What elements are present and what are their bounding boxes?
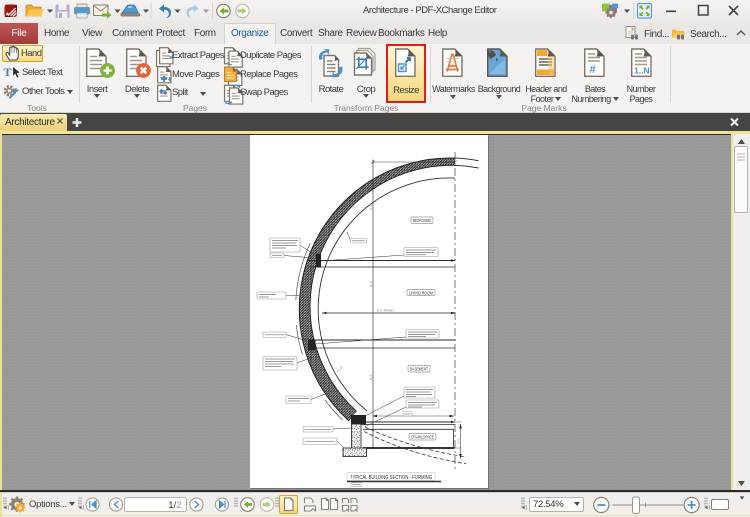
- svg-text:LIVING ROOM: LIVING ROOM: [409, 290, 433, 295]
- svg-text:CRAWLSPACE: CRAWLSPACE: [411, 435, 434, 440]
- svg-text:#: #: [590, 64, 596, 76]
- svg-text:4'-0": 4'-0": [456, 438, 460, 444]
- svg-text:8'-6": 8'-6": [369, 374, 373, 380]
- svg-text:Search...: Search...: [690, 29, 726, 40]
- svg-text:9'-1": 9'-1": [369, 204, 373, 210]
- svg-text:BEDROOMS: BEDROOMS: [413, 218, 431, 223]
- svg-text:9'-1": 9'-1": [369, 281, 373, 287]
- svg-text:Find...: Find...: [644, 29, 669, 40]
- svg-text:1..N: 1..N: [634, 66, 650, 76]
- svg-text:TYPICAL BUILDING SECTION - FOR: TYPICAL BUILDING SECTION - FORMING: [350, 475, 432, 481]
- svg-text:21'-0": 21'-0": [336, 365, 344, 373]
- svg-text:8'-0" FINISH: 8'-0" FINISH: [377, 309, 394, 313]
- svg-text:1/2: 1/2: [168, 500, 181, 511]
- svg-text:T: T: [4, 65, 12, 79]
- svg-text:BASEMENT: BASEMENT: [410, 367, 428, 372]
